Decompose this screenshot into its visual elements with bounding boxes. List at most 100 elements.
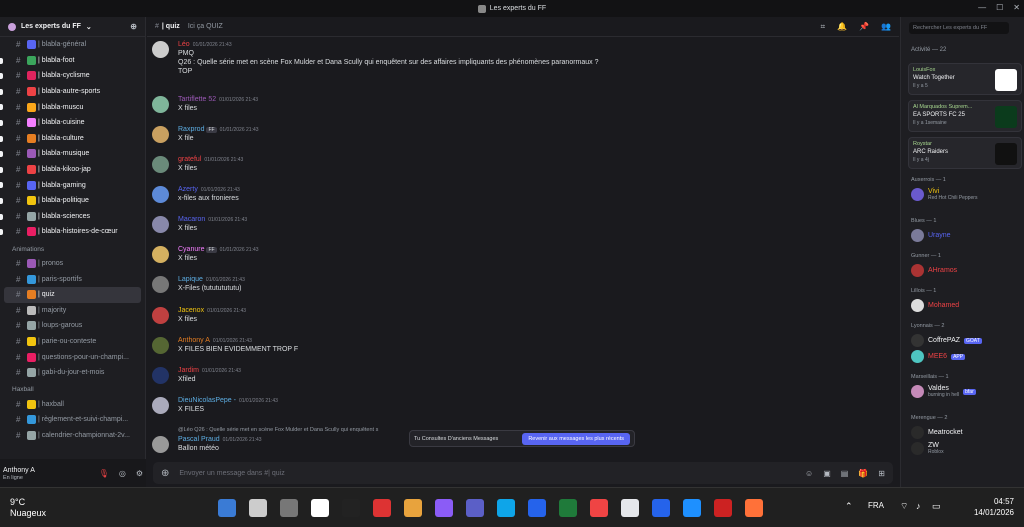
jump-to-present-button[interactable]: Revenir aux messages les plus récents — [522, 432, 630, 445]
reply-preview[interactable]: @Léo Q26 : Quelle série met en scène Fox… — [178, 427, 378, 433]
user-avatar[interactable] — [152, 276, 169, 293]
maximize-icon[interactable]: ☐ — [996, 3, 1003, 12]
channel-item[interactable]: # | blabla-général — [4, 37, 141, 53]
emoji-icon[interactable]: ☺ — [805, 469, 813, 478]
user-avatar[interactable] — [152, 96, 169, 113]
bell-icon[interactable]: 🔔 — [837, 22, 847, 32]
firefox-icon[interactable] — [745, 499, 763, 517]
channel-item[interactable]: # | quiz — [4, 286, 141, 303]
user-avatar[interactable] — [152, 436, 169, 453]
battery-icon[interactable]: ▭ — [932, 501, 941, 512]
channel-item[interactable]: # | questions-pour-un-champi... — [4, 349, 141, 365]
edge-icon[interactable] — [683, 499, 701, 517]
add-user-icon[interactable]: ⊕ — [130, 22, 137, 31]
author-name[interactable]: Jardim — [178, 367, 199, 374]
member-item[interactable]: MEE6 APP — [911, 350, 1023, 363]
channel-item[interactable]: # | blabla-culture — [0, 131, 141, 147]
close-icon[interactable]: ✕ — [1013, 3, 1020, 12]
user-avatar[interactable] — [152, 216, 169, 233]
mail-icon[interactable] — [528, 499, 546, 517]
weather-widget[interactable]: 9°C Nuageux — [10, 497, 46, 519]
user-avatar[interactable] — [152, 397, 169, 414]
apps-icon[interactable]: ⊞ — [878, 469, 885, 478]
channel-item[interactable]: # | blabla-kikoo-jap — [0, 162, 141, 178]
channel-item[interactable]: # | parie-ou-conteste — [4, 334, 141, 350]
user-avatar[interactable] — [152, 337, 169, 354]
opera-icon[interactable] — [714, 499, 732, 517]
channel-item[interactable]: # | blabla-gaming — [0, 177, 141, 193]
channel-item[interactable]: # | blabla-muscu — [0, 99, 141, 115]
user-avatar[interactable] — [152, 307, 169, 324]
gift-icon[interactable]: 🎁 — [858, 469, 868, 478]
minimize-icon[interactable]: — — [978, 3, 986, 12]
author-name[interactable]: Jacenox — [178, 307, 204, 314]
author-name[interactable]: Lapique — [178, 276, 203, 283]
volume-icon[interactable]: ♪ — [916, 501, 921, 511]
channel-item[interactable]: # | gabi-du-jour-et-mois — [4, 365, 141, 381]
author-name[interactable]: Cyanure — [178, 246, 204, 253]
message-input[interactable]: ⊕ Envoyer un message dans #| quiz ☺ ▣ ▤ 🎁 ⊞ — [153, 462, 893, 484]
headphones-icon[interactable]: ◎ — [119, 469, 126, 478]
channel-item[interactable]: # | loups-garous — [4, 318, 141, 334]
channel-item[interactable]: # | paris-sportifs — [4, 271, 141, 287]
member-item[interactable]: Mohamed — [911, 299, 1023, 312]
channel-item[interactable]: # | blabla-foot — [0, 53, 141, 69]
user-avatar[interactable] — [152, 186, 169, 203]
user-avatar[interactable] — [152, 156, 169, 173]
xbox-icon[interactable] — [559, 499, 577, 517]
user-name[interactable]: Anthony A — [3, 466, 35, 475]
member-item[interactable]: Meatrocket — [911, 426, 1023, 439]
user-avatar[interactable] — [152, 126, 169, 143]
google-chrome-icon[interactable] — [373, 499, 391, 517]
file-icon[interactable] — [311, 499, 329, 517]
author-name[interactable]: DieuNicolasPepe - — [178, 397, 236, 404]
wifi-icon[interactable]: ⌔ — [900, 501, 908, 512]
language-indicator[interactable]: FRA — [868, 501, 884, 510]
channel-item[interactable]: # | blabla-politique — [0, 193, 141, 209]
search-icon[interactable] — [249, 499, 267, 517]
user-avatar[interactable] — [152, 41, 169, 58]
member-item[interactable]: AHramos — [911, 264, 1023, 277]
author-name[interactable]: grateful — [178, 156, 201, 163]
category-haxball[interactable]: Haxball — [0, 380, 145, 396]
author-name[interactable]: Anthony A — [178, 337, 210, 344]
pin-icon[interactable]: 📌 — [859, 22, 869, 32]
notepad-icon[interactable] — [621, 499, 639, 517]
activity-card[interactable]: Al Marquados Suprem... EA SPORTS FC 25 Il … — [908, 100, 1022, 132]
channel-item[interactable]: # | majority — [4, 303, 141, 319]
gif-icon[interactable]: ▣ — [823, 469, 831, 478]
tlc-icon[interactable] — [590, 499, 608, 517]
plus-icon[interactable]: ⊕ — [161, 468, 169, 479]
channel-item[interactable]: # | pronos — [4, 256, 141, 272]
user-avatar[interactable] — [152, 367, 169, 384]
server-header[interactable]: Les experts du FF ⌄ ⊕ — [0, 17, 145, 37]
settings-gear-icon[interactable]: ⚙ — [136, 469, 143, 478]
activity-card[interactable]: LouisFox Watch Together Il y a 5 — [908, 63, 1022, 95]
channel-item[interactable]: # | blabla-cuisine — [0, 115, 141, 131]
member-item[interactable]: ZW Roblox — [911, 442, 1023, 455]
channel-topic[interactable]: Ici ça QUIZ — [188, 23, 223, 30]
windows-start-icon[interactable] — [218, 499, 236, 517]
channel-item[interactable]: # | règlement-et-suivi-champi... — [4, 412, 141, 428]
threads-icon[interactable]: ⌗ — [821, 22, 826, 32]
member-item[interactable]: Urayne — [911, 229, 1023, 242]
task-view-icon[interactable] — [280, 499, 298, 517]
mute-mic-icon[interactable]: 🎙 — [99, 469, 109, 478]
channel-item[interactable]: # | blabla-cyclisme — [0, 68, 141, 84]
member-item[interactable]: Valdes burning in hell bfar — [911, 385, 1023, 398]
author-name[interactable]: Pascal Praud — [178, 436, 220, 443]
author-name[interactable]: Léo — [178, 41, 190, 48]
member-item[interactable]: CoffrePAZ GOAT — [911, 334, 1023, 347]
channel-item[interactable]: # | blabla-autre-sports — [0, 84, 141, 100]
author-name[interactable]: Raxprod — [178, 126, 204, 133]
obs-icon[interactable] — [342, 499, 360, 517]
search-input[interactable]: Rechercher Les experts du FF — [909, 22, 1009, 34]
user-avatar[interactable] — [152, 246, 169, 263]
members-icon[interactable]: 👥 — [881, 22, 891, 32]
category-animations[interactable]: Animations — [0, 240, 145, 256]
activity-card[interactable]: Roystar ARC Raiders Il y a 4j — [908, 137, 1022, 169]
author-name[interactable]: Tartiflette 52 — [178, 96, 216, 103]
author-name[interactable]: Macaron — [178, 216, 205, 223]
channel-item[interactable]: # | calendrier-championnat-2v... — [4, 428, 141, 444]
chevron-up-icon[interactable]: ⌃ — [845, 501, 853, 512]
